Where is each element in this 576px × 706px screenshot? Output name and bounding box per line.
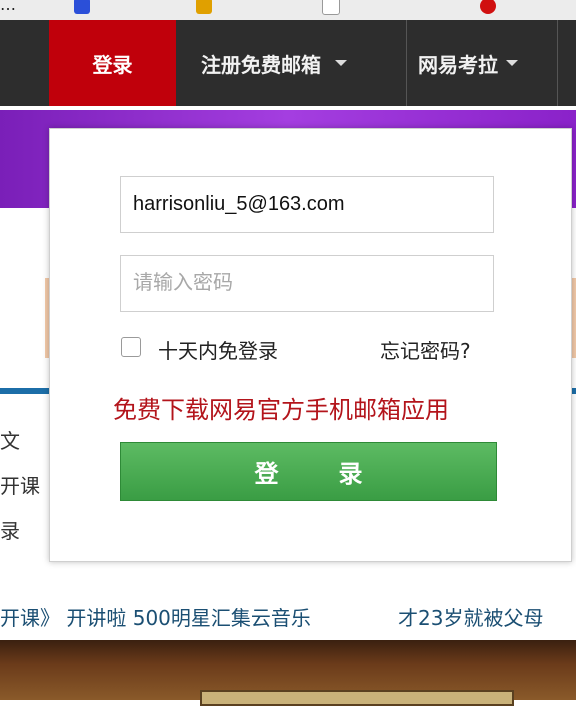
nav-kaola-label: 网易考拉 — [418, 52, 498, 77]
bookmark-icon — [74, 0, 90, 14]
login-button-label: 登 录 — [254, 460, 381, 488]
app-download-link[interactable]: 免费下载网易官方手机邮箱应用 — [113, 390, 449, 425]
remember-checkbox[interactable] — [121, 337, 141, 357]
nav-login-label: 登录 — [92, 52, 133, 77]
nav-login-tab[interactable]: 登录 — [49, 20, 176, 106]
side-link[interactable]: 文 — [0, 425, 20, 454]
bookmark-item[interactable] — [322, 0, 348, 15]
remember-label[interactable]: 十天内免登录 — [158, 335, 278, 364]
bookmark-icon — [480, 0, 496, 14]
bookmark-icon — [196, 0, 212, 14]
bottom-ad-frame — [200, 690, 514, 706]
nav-kaola[interactable]: 网易考拉 — [418, 20, 518, 106]
bookmark-item[interactable] — [74, 0, 98, 14]
chevron-down-icon — [335, 60, 347, 66]
bookmarks-bar: … — [0, 0, 576, 21]
nav-divider — [557, 20, 558, 106]
bookmark-item[interactable] — [196, 0, 220, 14]
chevron-down-icon — [506, 60, 518, 66]
side-link[interactable]: 录 — [0, 515, 20, 544]
nav-divider — [406, 20, 407, 106]
login-button[interactable]: 登 录 — [120, 442, 497, 501]
username-field[interactable] — [120, 176, 494, 233]
bookmark-item[interactable] — [480, 0, 504, 14]
password-field[interactable] — [120, 255, 494, 312]
news-ticker-left[interactable]: 开课》 开讲啦 500明星汇集云音乐 — [0, 602, 311, 631]
bookmark-item[interactable]: … — [0, 0, 16, 14]
nav-register-label: 注册免费邮箱 — [201, 52, 321, 77]
nav-register[interactable]: 注册免费邮箱 — [201, 20, 347, 106]
side-link[interactable]: 开课 — [0, 470, 40, 499]
forgot-password-link[interactable]: 忘记密码? — [380, 335, 471, 364]
news-ticker-right[interactable]: 才23岁就被父母 — [398, 602, 543, 631]
bookmark-icon — [322, 0, 340, 15]
